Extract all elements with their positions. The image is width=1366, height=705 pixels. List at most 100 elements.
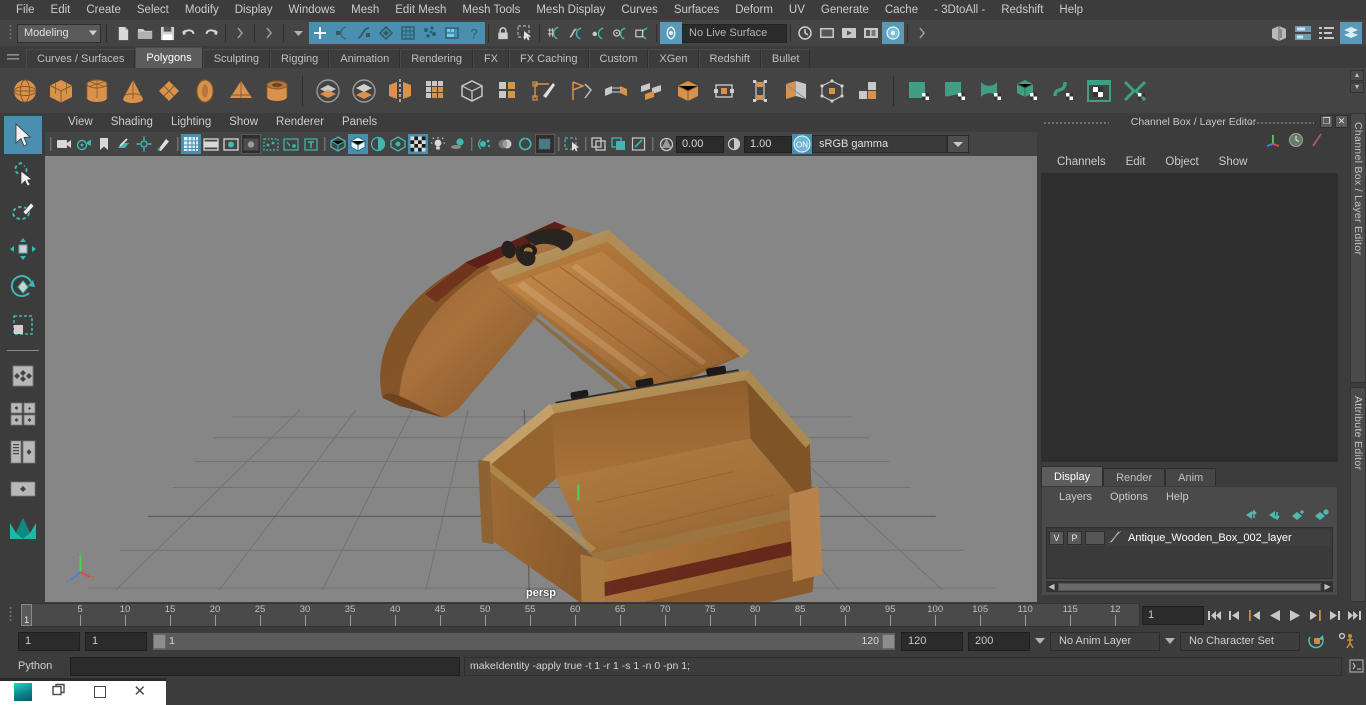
menu-set-selector[interactable]: Modeling: [17, 23, 101, 43]
menu-mesh-tools[interactable]: Mesh Tools: [454, 0, 528, 20]
open-scene-icon[interactable]: [134, 22, 156, 44]
bookmarks-icon[interactable]: [94, 134, 114, 154]
shelf-tab-xgen[interactable]: XGen: [648, 49, 699, 68]
move-layer-down-icon[interactable]: [1268, 509, 1283, 524]
connect-icon[interactable]: [851, 74, 885, 108]
paint-select-tool-icon[interactable]: [4, 192, 42, 230]
show-hide-modeling-toolkit-icon[interactable]: [1268, 22, 1290, 44]
command-input[interactable]: [70, 656, 460, 676]
shadows-icon[interactable]: [448, 134, 468, 154]
poly-pipe-icon[interactable]: [260, 74, 294, 108]
booleans-icon[interactable]: [671, 74, 705, 108]
status-line-grip[interactable]: [3, 23, 17, 43]
poly-pyramid-icon[interactable]: [224, 74, 258, 108]
redo-icon[interactable]: [200, 22, 222, 44]
uv-layout-icon[interactable]: [1118, 74, 1152, 108]
isolate-select-icon[interactable]: [562, 134, 582, 154]
shelf-tab-animation[interactable]: Animation: [329, 49, 401, 68]
anim-start-time-field[interactable]: 1: [18, 631, 80, 651]
shelf-tab-fx[interactable]: FX: [472, 49, 510, 68]
render-settings-icon[interactable]: [860, 22, 882, 44]
layer-list-horizontal-scrollbar[interactable]: ◀ ▶: [1046, 581, 1333, 592]
lock-icon[interactable]: [492, 22, 514, 44]
layer-list[interactable]: V P Antique_Wooden_Box_002_layer: [1046, 527, 1333, 579]
menu-help[interactable]: Help: [1051, 0, 1091, 20]
show-hide-channel-box-icon[interactable]: [1340, 22, 1362, 44]
camera-attributes-icon[interactable]: [74, 134, 94, 154]
maya-logo-icon[interactable]: [4, 509, 42, 547]
step-back-keyframe-icon[interactable]: [1225, 604, 1244, 626]
menu-3dtoall[interactable]: - 3DtoAll -: [926, 0, 993, 20]
gate-mask-icon[interactable]: [241, 134, 261, 154]
close-window-icon[interactable]: ✕: [133, 684, 146, 699]
panel-grip-left[interactable]: [1043, 121, 1109, 124]
menu-windows[interactable]: Windows: [280, 0, 343, 20]
separate-icon[interactable]: [347, 74, 381, 108]
menu-mesh-display[interactable]: Mesh Display: [528, 0, 613, 20]
select-camera-icon[interactable]: [54, 134, 74, 154]
snap-to-projected-center-icon[interactable]: [609, 22, 631, 44]
flat-shade-icon[interactable]: [388, 134, 408, 154]
layer-menu-layers[interactable]: Layers: [1050, 487, 1101, 507]
shelf-tab-fx-caching[interactable]: FX Caching: [509, 49, 589, 68]
current-frame-field[interactable]: 1: [1142, 605, 1204, 625]
menu-display[interactable]: Display: [227, 0, 281, 20]
step-forward-frame-icon[interactable]: [1305, 604, 1324, 626]
scroll-left-arrow-icon[interactable]: ◀: [1046, 581, 1057, 592]
smooth-shade-icon[interactable]: [348, 134, 368, 154]
current-time-indicator[interactable]: 1: [21, 604, 32, 626]
last-tool-icon[interactable]: [4, 357, 42, 395]
show-hide-attribute-editor-icon[interactable]: [1292, 22, 1314, 44]
bevel-icon[interactable]: [455, 74, 489, 108]
shelf-scroll-down-icon[interactable]: ▼: [1350, 82, 1364, 93]
close-icon[interactable]: ✕: [1335, 115, 1348, 128]
construction-history-icon[interactable]: [794, 22, 816, 44]
time-slider-grip[interactable]: [0, 602, 20, 628]
2d-pan-zoom-icon[interactable]: [134, 134, 154, 154]
shelf-grip[interactable]: [0, 46, 26, 68]
select-by-joint-icon[interactable]: [441, 22, 463, 44]
render-sequence-icon[interactable]: [882, 22, 904, 44]
layer-tab-anim[interactable]: Anim: [1165, 468, 1217, 486]
restore-icon[interactable]: ❐: [1320, 115, 1333, 128]
viewport-menu-panels[interactable]: Panels: [333, 113, 386, 132]
menu-file[interactable]: File: [8, 0, 43, 20]
panel-grip-right[interactable]: [1248, 121, 1314, 124]
save-scene-icon[interactable]: [156, 22, 178, 44]
depth-of-field-icon[interactable]: [535, 134, 555, 154]
extrude-icon[interactable]: [419, 74, 453, 108]
maya-app-icon[interactable]: [14, 682, 32, 701]
uv-checker-icon[interactable]: [1082, 74, 1116, 108]
menu-generate[interactable]: Generate: [813, 0, 877, 20]
range-end-handle[interactable]: [882, 633, 895, 649]
time-slider-track[interactable]: 1 5 10 15 20 25 30 35 40 45 50 55 60 65 70 75 80 85 90 95 1…: [20, 603, 1140, 627]
poly-cube-icon[interactable]: [44, 74, 78, 108]
select-by-curve-point-icon[interactable]: [353, 22, 375, 44]
xray-joints-icon[interactable]: [609, 134, 629, 154]
poly-cone-icon[interactable]: [116, 74, 150, 108]
shelf-scroll-up-icon[interactable]: ▲: [1350, 70, 1364, 81]
layer-menu-help[interactable]: Help: [1157, 487, 1198, 507]
auto-keyframe-icon[interactable]: [1305, 630, 1329, 652]
color-profile-selector[interactable]: sRGB gamma: [812, 135, 947, 153]
more-options-icon[interactable]: [911, 22, 933, 44]
channel-box-menu-show[interactable]: Show: [1209, 151, 1258, 173]
uv-editor-icon[interactable]: [902, 74, 936, 108]
select-tool-icon[interactable]: [3, 116, 42, 154]
layer-row[interactable]: V P Antique_Wooden_Box_002_layer: [1049, 530, 1330, 546]
snap-to-view-plane-icon[interactable]: [631, 22, 653, 44]
viewport-menu-view[interactable]: View: [59, 113, 102, 132]
menu-redshift[interactable]: Redshift: [993, 0, 1051, 20]
new-scene-icon[interactable]: [112, 22, 134, 44]
exposure-field[interactable]: 0.00: [676, 135, 724, 153]
render-current-frame-icon[interactable]: [816, 22, 838, 44]
resolution-gate-icon[interactable]: [221, 134, 241, 154]
select-by-handle-icon[interactable]: [309, 22, 331, 44]
append-polygon-icon[interactable]: [707, 74, 741, 108]
image-plane-icon[interactable]: [114, 134, 134, 154]
go-to-end-icon[interactable]: [1345, 604, 1364, 626]
menu-uv[interactable]: UV: [781, 0, 813, 20]
bridge-icon[interactable]: [599, 74, 633, 108]
select-object-icon[interactable]: [258, 22, 280, 44]
textured-icon[interactable]: [408, 134, 428, 154]
